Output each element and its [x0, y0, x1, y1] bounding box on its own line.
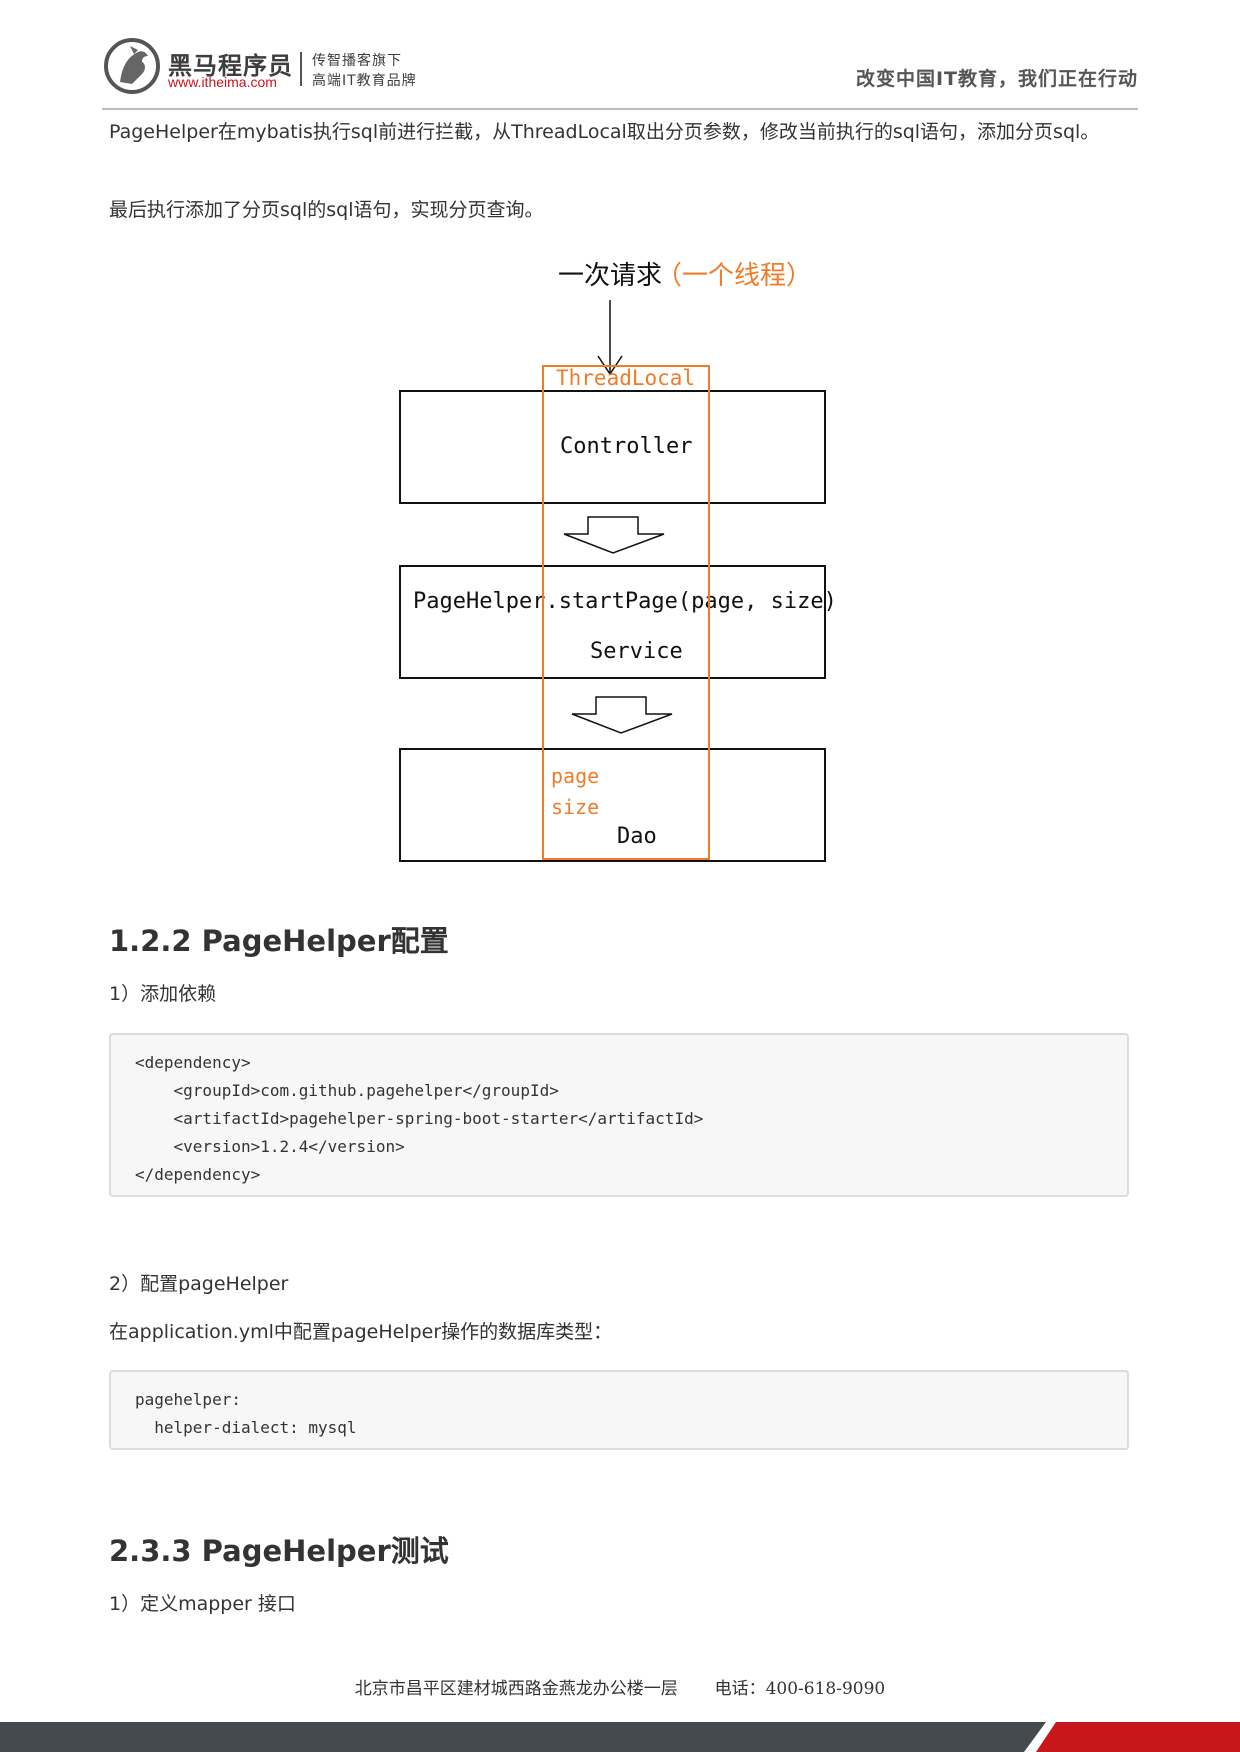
page-param-label: page: [551, 764, 599, 788]
step-config-pagehelper: 2）配置pageHelper: [109, 1273, 289, 1295]
flow-arrow-2: [571, 696, 673, 734]
horse-logo-icon: [104, 38, 160, 94]
config-description: 在application.yml中配置pageHelper操作的数据库类型：: [109, 1321, 613, 1343]
service-call-label: PageHelper.startPage(page, size): [413, 589, 837, 614]
request-arrow-head: [597, 355, 623, 376]
step-define-mapper: 1）定义mapper 接口: [109, 1593, 296, 1615]
code-line: <artifactId>pagehelper-spring-boot-start…: [135, 1109, 704, 1128]
dao-box: [399, 748, 826, 862]
brand-separator: [300, 52, 302, 86]
controller-box: [399, 390, 826, 504]
code-line: </dependency>: [135, 1165, 261, 1184]
section-heading-test: 2.3.3 PageHelper测试: [109, 1534, 449, 1568]
threadlocal-label: ThreadLocal: [556, 366, 695, 390]
service-label: Service: [590, 639, 683, 664]
footer-contact: 北京市昌平区建材城西路金燕龙办公楼一层 电话：400-618-9090: [0, 1674, 1240, 1699]
header-divider: [102, 108, 1138, 110]
intro-paragraph: PageHelper在mybatis执行sql前进行拦截，从ThreadLoca…: [109, 121, 1100, 143]
service-box: [399, 565, 826, 679]
yml-code-block: pagehelper: helper-dialect: mysql: [109, 1370, 1129, 1450]
header-slogan: 改变中国IT教育，我们正在行动: [855, 68, 1138, 90]
request-label: 一次请求: [558, 261, 662, 291]
section-heading-config: 1.2.2 PageHelper配置: [109, 924, 449, 958]
code-line: <groupId>com.github.pagehelper</groupId>: [135, 1081, 559, 1100]
brand-tagline-line1: 传智播客旗下: [312, 53, 402, 69]
result-paragraph: 最后执行添加了分页sql的sql语句，实现分页查询。: [109, 199, 544, 221]
footer-phone: 电话：400-618-9090: [714, 1679, 886, 1699]
dependency-code-block: <dependency> <groupId>com.github.pagehel…: [109, 1033, 1129, 1197]
code-line: <dependency>: [135, 1053, 251, 1072]
thread-label: （一个线程）: [656, 261, 812, 291]
controller-label: Controller: [560, 434, 692, 459]
code-line: <version>1.2.4</version>: [135, 1137, 405, 1156]
flow-arrow-1: [563, 516, 665, 554]
code-line: pagehelper:: [135, 1390, 241, 1409]
threadlocal-frame: [542, 365, 710, 860]
footer-bar: [0, 1722, 1240, 1752]
step-add-dependency: 1）添加依赖: [109, 983, 217, 1005]
code-line: helper-dialect: mysql: [135, 1418, 357, 1437]
footer-address: 北京市昌平区建材城西路金燕龙办公楼一层: [354, 1679, 678, 1699]
dao-label: Dao: [617, 824, 657, 849]
brand-tagline-line2: 高端IT教育品牌: [312, 73, 417, 89]
brand-url: www.itheima.com: [168, 74, 277, 90]
size-param-label: size: [551, 795, 599, 819]
page-header: 黑马程序员 www.itheima.com 传智播客旗下 高端IT教育品牌 改变…: [0, 0, 1240, 112]
